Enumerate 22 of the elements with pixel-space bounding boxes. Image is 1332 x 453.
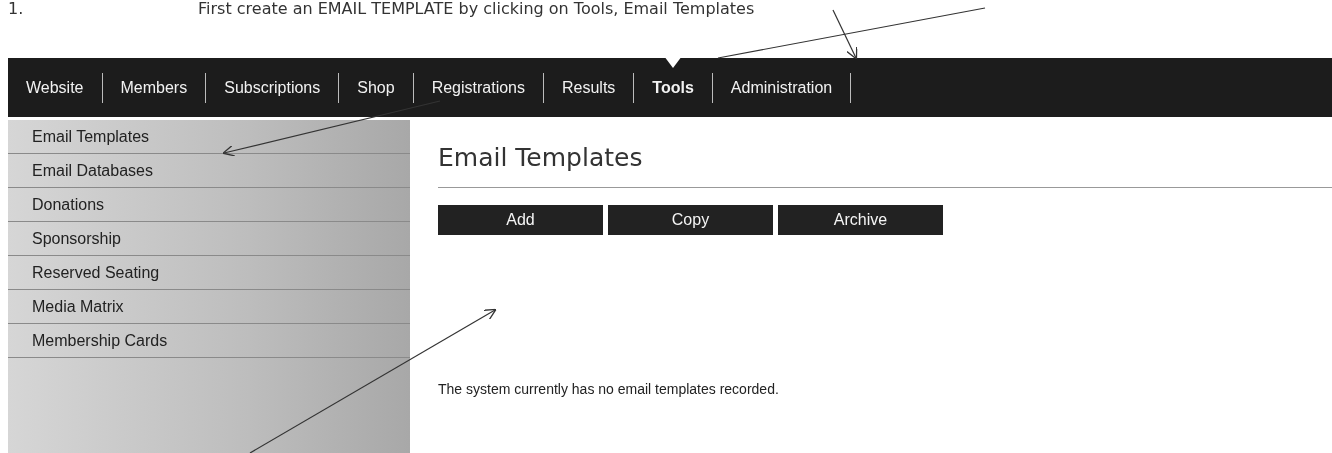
menu-tab[interactable]: Results (544, 78, 634, 97)
sidebar-item[interactable]: Reserved Seating (8, 256, 410, 290)
menu-tab[interactable]: Shop (339, 78, 413, 97)
menu-tab[interactable]: Administration (712, 78, 851, 97)
menu-tab[interactable]: Tools (634, 78, 712, 97)
menu-tab[interactable]: Members (102, 78, 206, 97)
empty-message: The system currently has no email templates recorded. (438, 381, 780, 397)
step-number: 1. (8, 0, 25, 18)
action-button[interactable]: Add (438, 205, 603, 235)
sidebar-item[interactable]: Membership Cards (8, 324, 410, 358)
sidebar-item[interactable]: Media Matrix (8, 290, 410, 324)
action-button[interactable]: Copy (608, 205, 773, 235)
sidebar-item[interactable]: Sponsorship (8, 222, 410, 256)
menu-tab[interactable]: Subscriptions (206, 78, 339, 97)
menu-tab[interactable]: Registrations (413, 78, 543, 97)
page-title: Email Templates (438, 143, 644, 172)
action-button[interactable]: Archive (778, 205, 943, 235)
sidebar-item[interactable]: Email Templates (8, 120, 410, 154)
menu-tab[interactable]: Website (8, 78, 102, 97)
sidebar-item[interactable]: Donations (8, 188, 410, 222)
instruction-text: First create an EMAIL TEMPLATE by clicking on Tools, Email Templates (198, 0, 755, 18)
sidebar-item[interactable]: Email Databases (8, 154, 410, 188)
